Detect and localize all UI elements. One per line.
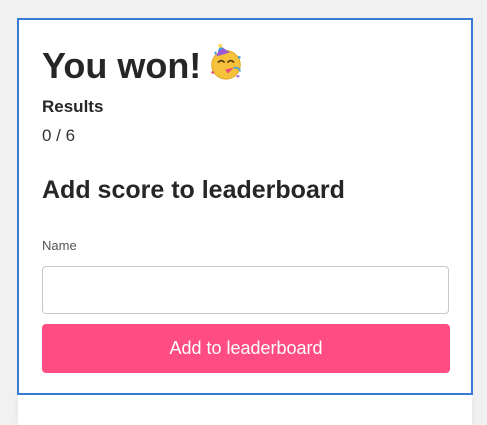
partying-face-emoji-icon (211, 44, 242, 80)
name-field-label: Name (42, 238, 77, 253)
name-input[interactable] (42, 266, 449, 314)
win-title: You won! (42, 44, 245, 88)
result-card: You won! Results 0 / 6 Add score to lead… (17, 18, 473, 395)
add-to-leaderboard-button[interactable]: Add to leaderboard (42, 324, 450, 373)
leaderboard-heading: Add score to leaderboard (42, 176, 345, 204)
results-heading: Results (42, 97, 104, 116)
win-title-text: You won! (42, 45, 202, 86)
next-card (18, 395, 472, 425)
score-value: 0 / 6 (42, 126, 76, 145)
